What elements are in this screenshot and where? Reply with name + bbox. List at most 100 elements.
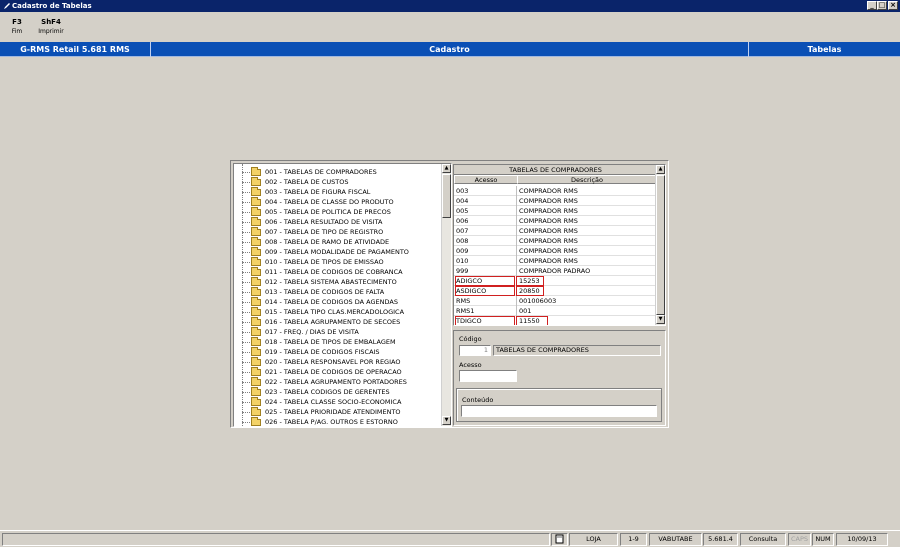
column-header-acesso[interactable]: Acesso	[454, 175, 518, 184]
tree-item[interactable]: 025 - TABELA PRIORIDADE ATENDIMENTO	[234, 407, 442, 417]
tree-item-label: 025 - TABELA PRIORIDADE ATENDIMENTO	[265, 408, 401, 416]
tree-item-label: 015 - TABELA TIPO CLAS.MERCADOLOGICA	[265, 308, 405, 316]
folder-icon	[251, 257, 261, 266]
minimize-button[interactable]: _	[867, 1, 877, 10]
scroll-down-icon[interactable]: ▼	[656, 315, 665, 324]
tree-item-label: 023 - TABELA CODIGOS DE GERENTES	[265, 388, 390, 396]
codigo-input[interactable]: 1	[459, 345, 491, 356]
table-row[interactable]: 003 COMPRADOR RMS	[454, 186, 657, 196]
table-tree[interactable]: 001 - TABELAS DE COMPRADORES 002 - TABELA…	[233, 163, 452, 427]
tree-item[interactable]: 005 - TABELA DE POLITICA DE PRECOS	[234, 207, 442, 217]
cell-descricao: 001	[516, 306, 656, 316]
tree-item[interactable]: 020 - TABELA RESPONSAVEL POR REGIAO	[234, 357, 442, 367]
cell-acesso: RMS	[456, 297, 471, 305]
tree-item[interactable]: 014 - TABELA DE CODIGOS DA AGENDAS	[234, 297, 442, 307]
scroll-thumb[interactable]	[442, 174, 451, 218]
tree-item-label: 002 - TABELA DE CUSTOS	[265, 178, 349, 186]
tree-item[interactable]: 003 - TABELA DE FIGURA FISCAL	[234, 187, 442, 197]
table-row[interactable]: RMS1 001	[454, 306, 657, 316]
status-mode: Consulta	[740, 533, 786, 546]
tree-item[interactable]: 007 - TABELA DE TIPO DE REGISTRO	[234, 227, 442, 237]
status-doc-cell[interactable]	[551, 533, 568, 546]
fkey-label: Imprimir	[38, 28, 64, 35]
tree-item[interactable]: 015 - TABELA TIPO CLAS.MERCADOLOGICA	[234, 307, 442, 317]
tree-item-label: 014 - TABELA DE CODIGOS DA AGENDAS	[265, 298, 398, 306]
tree-item[interactable]: 008 - TABELA DE RAMO DE ATIVIDADE	[234, 237, 442, 247]
header-module: Cadastro	[151, 42, 749, 57]
status-caps: CAPS	[788, 533, 811, 546]
cell-acesso: 003	[456, 187, 469, 195]
tree-scrollbar[interactable]: ▲ ▼	[441, 164, 451, 426]
tree-item[interactable]: 006 - TABELA RESULTADO DE VISITA	[234, 217, 442, 227]
grid-title: TABELAS DE COMPRADORES	[454, 165, 657, 175]
conteudo-input[interactable]	[461, 405, 657, 417]
table-row[interactable]: 004 COMPRADOR RMS	[454, 196, 657, 206]
f3-fim-button[interactable]: F3 Fim	[7, 16, 27, 35]
tree-item[interactable]: 019 - TABELA DE CODIGOS FISCAIS	[234, 347, 442, 357]
tree-item[interactable]: 004 - TABELA DE CLASSE DO PRODUTO	[234, 197, 442, 207]
tree-item-label: 009 - TABELA MODALIDADE DE PAGAMENTO	[265, 248, 409, 256]
scroll-thumb[interactable]	[656, 175, 665, 315]
tree-item[interactable]: 011 - TABELA DE CODIGOS DE COBRANCA	[234, 267, 442, 277]
tree-item[interactable]: 017 - FREQ. / DIAS DE VISITA	[234, 327, 442, 337]
table-row[interactable]: 008 COMPRADOR RMS	[454, 236, 657, 246]
folder-icon	[251, 237, 261, 246]
acesso-input[interactable]	[459, 370, 517, 382]
table-row[interactable]: 999 COMPRADOR PADRAO	[454, 266, 657, 276]
table-row[interactable]: 006 COMPRADOR RMS	[454, 216, 657, 226]
grid-scrollbar[interactable]: ▲ ▼	[655, 165, 665, 325]
header-bar: G-RMS Retail 5.681 RMS Cadastro Tabelas	[0, 42, 900, 57]
maximize-button[interactable]: □	[877, 1, 887, 10]
cell-descricao: COMPRADOR RMS	[516, 236, 656, 246]
cell-acesso: 005	[456, 207, 469, 215]
folder-icon	[251, 397, 261, 406]
table-row[interactable]: 010 COMPRADOR RMS	[454, 256, 657, 266]
tree-item[interactable]: 021 - TABELA DE CODIGOS DE OPERACAO	[234, 367, 442, 377]
scroll-up-icon[interactable]: ▲	[442, 164, 451, 173]
folder-icon	[251, 387, 261, 396]
tree-item[interactable]: 022 - TABELA AGRUPAMENTO PORTADORES	[234, 377, 442, 387]
tree-item-label: 013 - TABELA DE CODIGOS DE FALTA	[265, 288, 385, 296]
column-header-descricao[interactable]: Descrição	[517, 175, 657, 184]
fkey-key: F3	[12, 18, 22, 26]
folder-icon	[251, 407, 261, 416]
tree-item-label: 003 - TABELA DE FIGURA FISCAL	[265, 188, 371, 196]
cell-descricao: COMPRADOR PADRAO	[516, 266, 656, 276]
tree-item[interactable]: 018 - TABELA DE TIPOS DE EMBALAGEM	[234, 337, 442, 347]
table-row[interactable]: 005 COMPRADOR RMS	[454, 206, 657, 216]
highlight-box	[516, 276, 544, 286]
table-row[interactable]: 009 COMPRADOR RMS	[454, 246, 657, 256]
table-row[interactable]: RMS 001006003	[454, 296, 657, 306]
cell-descricao: 001006003	[516, 296, 656, 306]
conteudo-label: Conteúdo	[462, 396, 494, 404]
tree-item-label: 004 - TABELA DE CLASSE DO PRODUTO	[265, 198, 394, 206]
table-row[interactable]: 007 COMPRADOR RMS	[454, 226, 657, 236]
tree-item[interactable]: 016 - TABELA AGRUPAMENTO DE SECOES	[234, 317, 442, 327]
folder-icon	[251, 337, 261, 346]
folder-icon	[251, 357, 261, 366]
folder-icon	[251, 167, 261, 176]
folder-icon	[251, 307, 261, 316]
tree-item[interactable]: 013 - TABELA DE CODIGOS DE FALTA	[234, 287, 442, 297]
tree-item-label: 006 - TABELA RESULTADO DE VISITA	[265, 218, 383, 226]
window-title: Cadastro de Tabelas	[12, 2, 92, 10]
scroll-down-icon[interactable]: ▼	[442, 416, 451, 425]
folder-icon	[251, 197, 261, 206]
tree-item[interactable]: 001 - TABELAS DE COMPRADORES	[234, 167, 442, 177]
folder-icon	[251, 317, 261, 326]
codigo-description: TABELAS DE COMPRADORES	[493, 345, 661, 356]
cell-descricao: COMPRADOR RMS	[516, 196, 656, 206]
tree-item-label: 019 - TABELA DE CODIGOS FISCAIS	[265, 348, 380, 356]
close-button[interactable]: ×	[888, 1, 898, 10]
tree-item[interactable]: 026 - TABELA P/AG. OUTROS E ESTORNO	[234, 417, 442, 426]
shf4-imprimir-button[interactable]: ShF4 Imprimir	[36, 16, 66, 35]
compradores-grid[interactable]: TABELAS DE COMPRADORES Acesso Descrição …	[453, 164, 666, 326]
tree-item[interactable]: 012 - TABELA SISTEMA ABASTECIMENTO	[234, 277, 442, 287]
tree-item[interactable]: 009 - TABELA MODALIDADE DE PAGAMENTO	[234, 247, 442, 257]
tree-item[interactable]: 002 - TABELA DE CUSTOS	[234, 177, 442, 187]
scroll-up-icon[interactable]: ▲	[656, 165, 665, 174]
tree-item[interactable]: 023 - TABELA CODIGOS DE GERENTES	[234, 387, 442, 397]
tree-item[interactable]: 024 - TABELA CLASSE SOCIO-ECONOMICA	[234, 397, 442, 407]
status-date: 10/09/13	[836, 533, 888, 546]
tree-item[interactable]: 010 - TABELA DE TIPOS DE EMISSAO	[234, 257, 442, 267]
